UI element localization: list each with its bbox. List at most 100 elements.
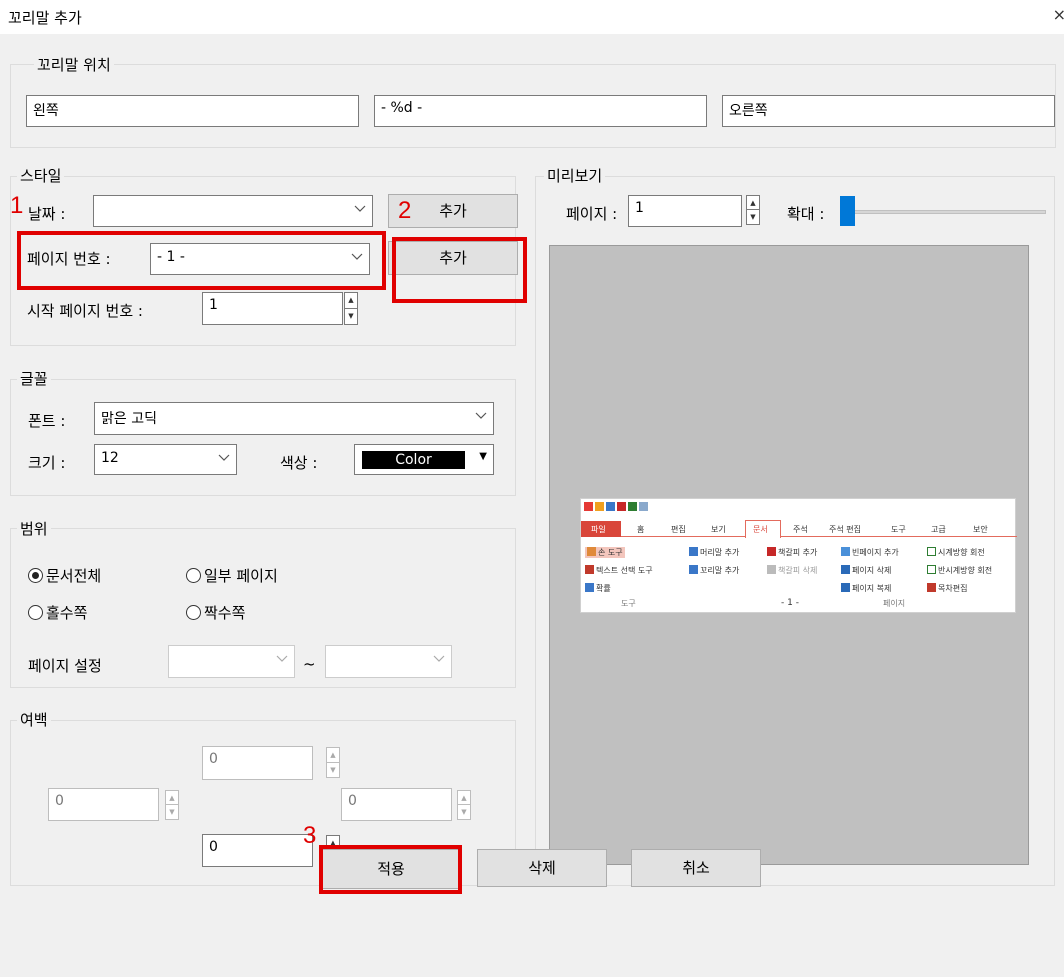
- thumb-tab: 도구: [891, 525, 906, 534]
- page-range-end-select[interactable]: [325, 645, 452, 678]
- color-picker[interactable]: Color ▼: [354, 444, 494, 475]
- zoom-slider-track[interactable]: [840, 210, 1046, 214]
- annotation-number-1: 1: [10, 192, 24, 219]
- chevron-down-icon: [354, 205, 366, 212]
- thumb-tab: 편집: [671, 525, 686, 534]
- date-label: 날짜 :: [28, 205, 66, 223]
- radio-some-label: 일부 페이지: [204, 567, 278, 585]
- center-text-field[interactable]: - %d -: [374, 95, 707, 127]
- font-group: [10, 379, 516, 496]
- spin-up-icon[interactable]: ▲: [747, 196, 759, 210]
- spin-down-icon[interactable]: ▼: [166, 805, 178, 819]
- cancel-button[interactable]: 취소: [631, 849, 761, 887]
- thumb-bookmark-delete-label: 책갈피 삭제: [778, 566, 818, 575]
- spin-down-icon[interactable]: ▼: [345, 309, 357, 325]
- radio-icon: [186, 605, 201, 620]
- thumb-footer-add: 꼬리말 추가: [689, 565, 739, 576]
- size-select[interactable]: 12: [94, 444, 237, 475]
- thumb-zoom-label: 확률: [596, 584, 611, 593]
- thumb-bookmark-add: 책갈피 추가: [767, 547, 817, 558]
- thumb-text-select-label: 텍스트 선택 도구: [596, 566, 653, 575]
- radio-odd[interactable]: 홀수쪽: [28, 602, 87, 623]
- thumb-footer-preview: - 1 -: [781, 598, 799, 608]
- range-group-legend: 범위: [17, 518, 51, 539]
- spin-down-icon[interactable]: ▼: [747, 210, 759, 224]
- radio-all[interactable]: 문서전체: [28, 565, 101, 586]
- radio-even[interactable]: 짝수쪽: [186, 602, 245, 623]
- spin-up-icon[interactable]: ▲: [458, 791, 470, 805]
- range-tilde: ~: [303, 655, 316, 673]
- thumb-page-delete: 페이지 삭제: [841, 565, 891, 576]
- start-page-field[interactable]: 1: [202, 292, 343, 325]
- annotation-number-2: 2: [398, 197, 412, 224]
- thumb-bookmark-add-label: 책갈피 추가: [778, 548, 818, 557]
- thumb-page-group: 페이지: [883, 599, 906, 608]
- preview-page-thumbnail: 파일 홈 편집 보기 문서 주석 주석 편집 도구 고급 보안 손 도구 텍스트…: [580, 498, 1017, 613]
- margin-group-legend: 여백: [17, 709, 51, 730]
- thumb-tab: 문서: [753, 525, 768, 534]
- font-group-legend: 글꼴: [17, 368, 51, 389]
- size-select-value: 12: [101, 450, 119, 466]
- radio-odd-label: 홀수쪽: [46, 604, 88, 622]
- title-bar: 꼬리말 추가 ×: [0, 0, 1064, 34]
- thumb-header-add: 머리말 추가: [689, 547, 739, 558]
- zoom-label: 확대 :: [787, 205, 825, 223]
- font-select[interactable]: 맑은 고딕: [94, 402, 494, 435]
- delete-button[interactable]: 삭제: [477, 849, 607, 887]
- radio-some[interactable]: 일부 페이지: [186, 565, 278, 586]
- close-icon[interactable]: ×: [1053, 5, 1064, 24]
- thumb-bookmark-delete: 책갈피 삭제: [767, 565, 817, 576]
- annotation-box-3: [319, 845, 462, 894]
- spin-up-icon[interactable]: ▲: [345, 293, 357, 309]
- chevron-down-icon: [475, 412, 487, 419]
- chevron-down-icon: [218, 454, 230, 461]
- thumb-header-add-label: 머리말 추가: [700, 548, 740, 557]
- color-swatch: Color: [362, 451, 465, 469]
- thumb-tool-group: 도구: [621, 599, 636, 608]
- margin-left-spinner[interactable]: ▲ ▼: [165, 790, 179, 820]
- margin-left-field[interactable]: 0: [48, 788, 159, 821]
- thumb-page-copy: 페이지 복제: [841, 583, 891, 594]
- thumb-tab: 주석: [793, 525, 808, 534]
- annotation-box-1: [17, 231, 386, 290]
- thumb-tab: 고급: [931, 525, 946, 534]
- radio-icon: [28, 605, 43, 620]
- margin-right-field[interactable]: 0: [341, 788, 452, 821]
- chevron-down-icon: [276, 655, 288, 662]
- thumb-tab: 보기: [711, 525, 726, 534]
- thumb-rotate-cw-label: 시계방향 회전: [938, 548, 985, 557]
- dropdown-arrow-icon: ▼: [479, 451, 487, 462]
- thumb-rotate-cw: 시계방향 회전: [927, 547, 985, 558]
- preview-page-field[interactable]: 1: [628, 195, 742, 227]
- page-range-start-select[interactable]: [168, 645, 295, 678]
- spin-up-icon[interactable]: ▲: [166, 791, 178, 805]
- style-group-legend: 스타일: [17, 165, 65, 186]
- thumb-tab: 파일: [591, 525, 606, 534]
- left-text-field[interactable]: 왼쪽: [26, 95, 359, 127]
- annotation-box-2: [392, 237, 527, 303]
- spin-down-icon[interactable]: ▼: [458, 805, 470, 819]
- margin-bottom-field[interactable]: 0: [202, 834, 313, 867]
- start-page-label: 시작 페이지 번호 :: [27, 302, 143, 320]
- start-page-spinner[interactable]: ▲ ▼: [344, 292, 358, 325]
- margin-top-spinner[interactable]: ▲ ▼: [326, 747, 340, 778]
- preview-page-spinner[interactable]: ▲ ▼: [746, 195, 760, 225]
- thumb-hand-label: 손 도구: [598, 548, 623, 557]
- right-text-field[interactable]: 오른쪽: [722, 95, 1055, 127]
- margin-right-spinner[interactable]: ▲ ▼: [457, 790, 471, 820]
- font-select-value: 맑은 고딕: [101, 411, 157, 427]
- thumb-tab: 홈: [637, 525, 645, 534]
- margin-top-field[interactable]: 0: [202, 746, 313, 780]
- date-select[interactable]: [93, 195, 373, 227]
- window-title: 꼬리말 추가: [8, 9, 82, 27]
- radio-selected-icon: [28, 568, 43, 583]
- zoom-slider-thumb[interactable]: [840, 196, 855, 226]
- preview-page-label: 페이지 :: [566, 205, 618, 223]
- thumb-page-copy-label: 페이지 복제: [852, 584, 892, 593]
- chevron-down-icon: [433, 655, 445, 662]
- spin-up-icon[interactable]: ▲: [327, 748, 339, 763]
- thumb-toc-edit: 목차편집: [927, 583, 967, 594]
- quick-access-icons: [584, 502, 650, 512]
- spin-down-icon[interactable]: ▼: [327, 763, 339, 778]
- thumb-tab: 주석 편집: [829, 525, 861, 534]
